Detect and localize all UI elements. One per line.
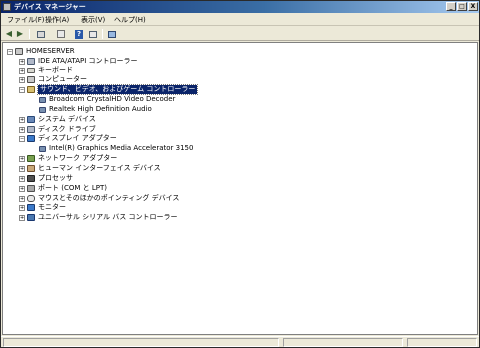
tree-item-mouse[interactable]: + マウスとそのほかのポインティング デバイス xyxy=(19,194,179,203)
toolbar: ◀ ▶ ? xyxy=(1,27,479,41)
tree-item-sound[interactable]: − サウンド、ビデオ、およびゲーム コントローラー xyxy=(19,84,199,95)
status-pane xyxy=(283,338,403,347)
menu-bar: ファイル(F) 操作(A) 表示(V) ヘルプ(H) xyxy=(1,14,479,26)
update-icon[interactable] xyxy=(56,29,66,39)
tree-child-realtek[interactable]: Realtek High Definition Audio xyxy=(39,105,152,114)
hid-icon xyxy=(27,165,35,172)
expand-icon[interactable]: + xyxy=(19,126,25,133)
tree-item-label: キーボード xyxy=(38,66,73,74)
tree-item-processor[interactable]: + プロセッサ xyxy=(19,174,73,183)
expand-icon[interactable]: + xyxy=(19,214,25,221)
tree-item-label: Broadcom CrystalHD Video Decoder xyxy=(49,95,176,103)
tree-item-label: モニター xyxy=(38,203,66,211)
port-icon xyxy=(27,185,35,192)
processor-icon xyxy=(27,175,35,182)
device-manager-window: デバイス マネージャー _ □ X ファイル(F) 操作(A) 表示(V) ヘル… xyxy=(0,0,480,348)
menu-help[interactable]: ヘルプ(H) xyxy=(114,16,146,25)
device-icon xyxy=(39,106,46,113)
sound-icon xyxy=(27,86,35,93)
tree-item-label: ディスプレイ アダプター xyxy=(38,134,117,142)
tree-item-label: サウンド、ビデオ、およびゲーム コントローラー xyxy=(36,84,199,95)
tree-item-usb[interactable]: + ユニバーサル シリアル バス コントローラー xyxy=(19,213,177,222)
window-title: デバイス マネージャー xyxy=(14,3,86,11)
tree-item-label: ヒューマン インターフェイス デバイス xyxy=(38,164,161,172)
tree-item-label: プロセッサ xyxy=(38,174,73,182)
tree-child-intel-gma[interactable]: Intel(R) Graphics Media Accelerator 3150 xyxy=(39,144,193,153)
tree-item-label: システム デバイス xyxy=(38,115,96,123)
keyboard-icon xyxy=(27,68,35,73)
back-arrow-icon[interactable]: ◀ xyxy=(4,29,14,39)
tree-item-disk[interactable]: + ディスク ドライブ xyxy=(19,125,96,134)
tree-item-label: ディスク ドライブ xyxy=(38,125,96,133)
collapse-icon[interactable]: − xyxy=(19,86,25,93)
menu-file[interactable]: ファイル(F) xyxy=(7,16,45,25)
expand-icon[interactable]: + xyxy=(19,185,25,192)
tree-item-ide[interactable]: + IDE ATA/ATAPI コントローラー xyxy=(19,57,138,66)
network-icon xyxy=(27,155,35,162)
forward-arrow-icon[interactable]: ▶ xyxy=(15,29,25,39)
tree-item-label: ポート (COM と LPT) xyxy=(38,184,107,192)
tree-item-label: IDE ATA/ATAPI コントローラー xyxy=(38,57,138,65)
expand-icon[interactable]: + xyxy=(19,195,25,202)
expand-icon[interactable]: + xyxy=(19,165,25,172)
toolbar-separator xyxy=(102,29,103,39)
disk-controller-icon xyxy=(27,58,35,65)
expand-icon[interactable]: + xyxy=(19,67,25,74)
tree-item-network[interactable]: + ネットワーク アダプター xyxy=(19,154,117,163)
collapse-icon[interactable]: − xyxy=(19,135,25,142)
tree-child-broadcom[interactable]: Broadcom CrystalHD Video Decoder xyxy=(39,95,175,104)
expand-icon[interactable]: + xyxy=(19,204,25,211)
expand-icon[interactable]: + xyxy=(19,76,25,83)
disk-drive-icon xyxy=(27,126,35,133)
tree-item-label: コンピューター xyxy=(38,75,87,83)
tree-item-label: ユニバーサル シリアル バス コントローラー xyxy=(38,213,178,221)
expand-icon[interactable]: + xyxy=(19,116,25,123)
device-icon xyxy=(39,96,46,103)
mouse-icon xyxy=(27,195,35,202)
tree-item-monitor[interactable]: + モニター xyxy=(19,203,66,212)
tree-item-label: ネットワーク アダプター xyxy=(38,154,118,162)
usb-icon xyxy=(27,214,35,221)
close-button[interactable]: X xyxy=(468,2,478,11)
status-bar xyxy=(1,336,479,347)
toolbar-separator xyxy=(29,29,30,39)
minimize-button[interactable]: _ xyxy=(446,2,456,11)
device-manager-icon xyxy=(3,3,11,11)
expand-icon[interactable]: + xyxy=(19,175,25,182)
device-tree[interactable]: − HOMESERVER + IDE ATA/ATAPI コントローラー + キ… xyxy=(2,42,478,335)
expand-icon[interactable]: + xyxy=(19,58,25,65)
collapse-icon[interactable]: − xyxy=(7,48,13,55)
tree-item-ports[interactable]: + ポート (COM と LPT) xyxy=(19,184,107,193)
tree-item-display[interactable]: − ディスプレイ アダプター xyxy=(19,134,117,143)
tree-root-label: HOMESERVER xyxy=(26,47,75,55)
tree-item-label: Intel(R) Graphics Media Accelerator 3150 xyxy=(49,144,194,152)
computer-icon xyxy=(15,48,23,55)
expand-icon[interactable]: + xyxy=(19,155,25,162)
menu-action[interactable]: 操作(A) xyxy=(45,16,69,25)
display-adapter-icon xyxy=(27,135,35,142)
menu-view[interactable]: 表示(V) xyxy=(81,16,105,25)
computer-icon xyxy=(27,76,35,83)
help-icon[interactable]: ? xyxy=(74,29,84,39)
system-icon xyxy=(27,116,35,123)
tree-item-system[interactable]: + システム デバイス xyxy=(19,115,96,124)
properties-icon[interactable] xyxy=(36,29,46,39)
scan-hardware-icon[interactable] xyxy=(107,29,117,39)
maximize-button[interactable]: □ xyxy=(457,2,467,11)
monitor-icon xyxy=(27,204,35,211)
device-icon xyxy=(39,145,46,152)
tree-root[interactable]: − HOMESERVER xyxy=(7,47,75,56)
tree-item-computer[interactable]: + コンピューター xyxy=(19,75,87,84)
status-pane xyxy=(407,338,477,347)
tree-item-label: Realtek High Definition Audio xyxy=(49,105,152,113)
tree-item-label: マウスとそのほかのポインティング デバイス xyxy=(38,194,180,202)
title-bar[interactable]: デバイス マネージャー _ □ X xyxy=(1,1,479,13)
view-icon[interactable] xyxy=(88,29,98,39)
status-pane xyxy=(3,338,279,347)
tree-item-keyboard[interactable]: + キーボード xyxy=(19,66,73,75)
tree-item-hid[interactable]: + ヒューマン インターフェイス デバイス xyxy=(19,164,161,173)
